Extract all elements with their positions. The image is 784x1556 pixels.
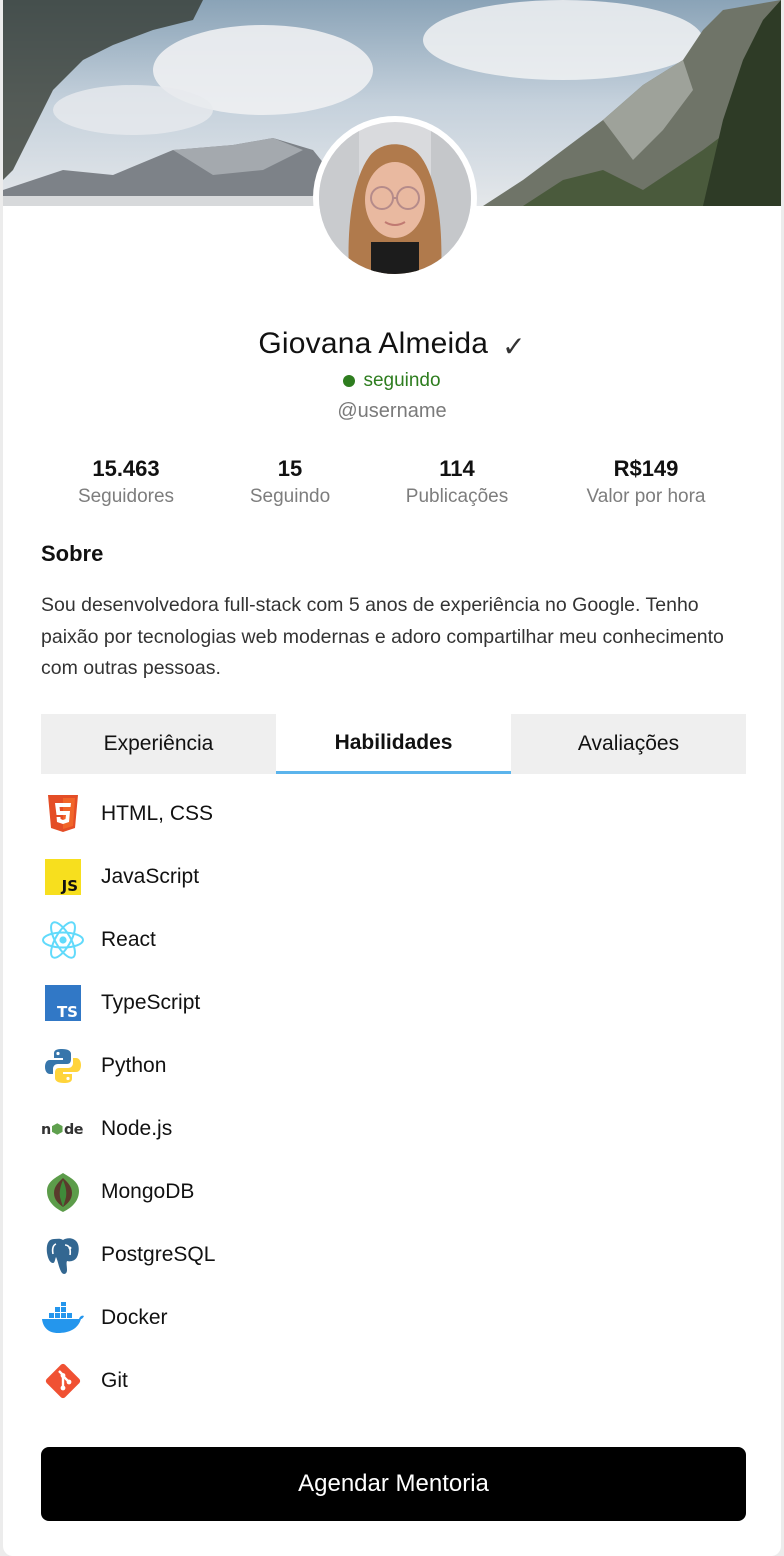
follow-status[interactable]: seguindo — [3, 368, 781, 394]
status-dot-icon — [343, 375, 356, 387]
skill-item: React — [41, 908, 746, 971]
skill-name: Node.js — [101, 1116, 173, 1140]
skill-name: HTML, CSS — [101, 801, 214, 825]
stat-value: R$149 — [613, 456, 679, 481]
python-icon — [41, 1044, 85, 1088]
skill-name: JavaScript — [101, 864, 200, 888]
skill-item: MongoDB — [41, 1160, 746, 1223]
skill-name: PostgreSQL — [101, 1242, 216, 1266]
docker-icon — [41, 1296, 85, 1340]
profile-card: Giovana Almeida ✓ seguindo @username 15.… — [3, 0, 781, 1556]
stat-hourly-rate: R$149 Valor por hora — [566, 456, 726, 508]
typescript-icon: TS — [41, 981, 85, 1025]
tab-experiencia[interactable]: Experiência — [41, 714, 276, 774]
skill-name: MongoDB — [101, 1179, 195, 1203]
stat-label: Seguindo — [249, 486, 331, 507]
skill-item: Git — [41, 1349, 746, 1412]
svg-text:TS: TS — [57, 1003, 78, 1021]
stat-value: 15.463 — [92, 456, 160, 481]
skill-name: Python — [101, 1053, 167, 1077]
skill-item: Python — [41, 1034, 746, 1097]
postgresql-icon — [41, 1233, 85, 1277]
about-text: Sou desenvolvedora full-stack com 5 anos… — [41, 594, 724, 679]
skill-name: Docker — [101, 1305, 168, 1329]
tab-avaliacoes[interactable]: Avaliações — [511, 714, 746, 774]
stat-label: Valor por hora — [586, 486, 706, 507]
name-row: Giovana Almeida ✓ — [3, 324, 781, 364]
stat-value: 114 — [439, 456, 475, 481]
mongodb-icon — [41, 1170, 85, 1214]
skill-item: HTML, CSS — [41, 782, 746, 845]
git-icon — [41, 1359, 85, 1403]
stat-label: Seguidores — [77, 486, 175, 507]
skill-name: React — [101, 927, 156, 951]
username: @username — [337, 400, 447, 422]
skill-item: n de Node.js — [41, 1097, 746, 1160]
avatar[interactable] — [313, 116, 477, 280]
html5-icon — [41, 792, 85, 836]
schedule-mentoring-button[interactable]: Agendar Mentoria — [41, 1447, 746, 1521]
svg-text:de: de — [64, 1121, 84, 1137]
stat-posts[interactable]: 114 Publicações — [387, 456, 527, 508]
profile-tabs: Experiência Habilidades Avaliações — [41, 714, 746, 774]
react-icon — [41, 918, 85, 962]
nodejs-icon: n de — [41, 1107, 85, 1151]
follow-status-label: seguindo — [363, 370, 441, 391]
stat-followers[interactable]: 15.463 Seguidores — [61, 456, 191, 508]
stat-following[interactable]: 15 Seguindo — [235, 456, 345, 508]
svg-text:JS: JS — [61, 877, 78, 895]
skill-item: TS TypeScript — [41, 971, 746, 1034]
svg-text:n: n — [41, 1121, 51, 1137]
skills-list: HTML, CSS JS JavaScript React TS TypeScr… — [41, 782, 746, 1412]
skill-item: PostgreSQL — [41, 1223, 746, 1286]
profile-name: Giovana Almeida — [258, 327, 489, 360]
about-title: Sobre — [41, 541, 104, 566]
skill-name: Git — [101, 1368, 128, 1392]
stat-label: Publicações — [405, 486, 509, 507]
tab-habilidades[interactable]: Habilidades — [276, 714, 511, 774]
stat-value: 15 — [277, 456, 303, 481]
skill-item: JS JavaScript — [41, 845, 746, 908]
skill-item: Docker — [41, 1286, 746, 1349]
verified-icon: ✓ — [502, 330, 526, 362]
skill-name: TypeScript — [101, 990, 201, 1014]
javascript-icon: JS — [41, 855, 85, 899]
